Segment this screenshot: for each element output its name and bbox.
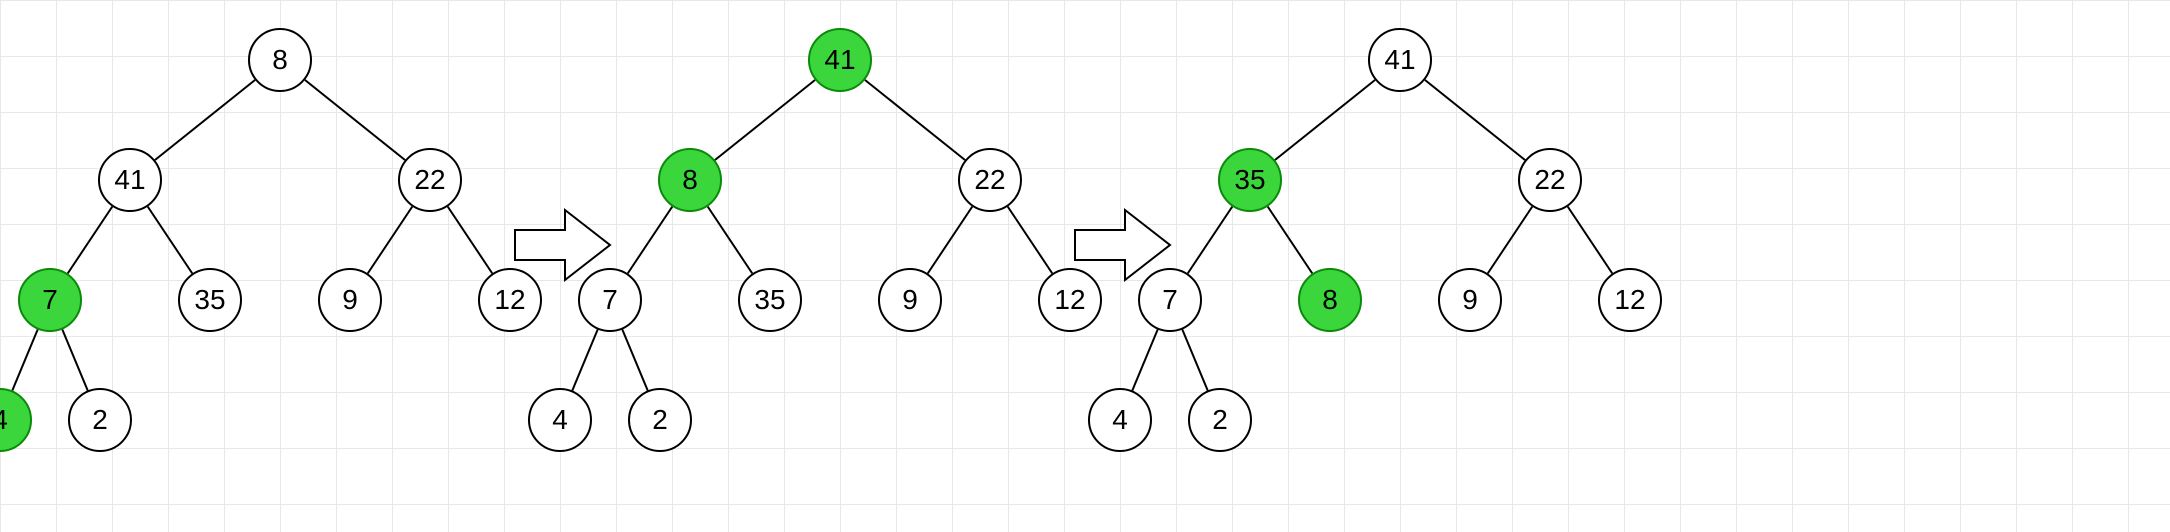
- node-value: 12: [1614, 284, 1645, 316]
- tree-edges: [1120, 0, 1740, 532]
- tree-node: 35: [1218, 148, 1282, 212]
- node-value: 8: [272, 44, 288, 76]
- node-value: 2: [652, 404, 668, 436]
- node-value: 41: [1384, 44, 1415, 76]
- node-value: 4: [0, 404, 8, 436]
- tree-node: 35: [178, 268, 242, 332]
- node-value: 9: [1462, 284, 1478, 316]
- node-value: 7: [42, 284, 58, 316]
- tree-node: 22: [1518, 148, 1582, 212]
- node-value: 41: [114, 164, 145, 196]
- node-value: 9: [342, 284, 358, 316]
- node-value: 35: [754, 284, 785, 316]
- tree-node: 8: [658, 148, 722, 212]
- node-value: 41: [824, 44, 855, 76]
- tree-node: 4: [1088, 388, 1152, 452]
- tree-node: 41: [1368, 28, 1432, 92]
- tree-node: 9: [318, 268, 382, 332]
- node-value: 22: [974, 164, 1005, 196]
- node-value: 4: [1112, 404, 1128, 436]
- tree-node: 9: [878, 268, 942, 332]
- tree-node: 8: [1298, 268, 1362, 332]
- node-value: 2: [1212, 404, 1228, 436]
- node-value: 9: [902, 284, 918, 316]
- tree-node: 4: [528, 388, 592, 452]
- tree-node: 41: [808, 28, 872, 92]
- tree-node: 2: [1188, 388, 1252, 452]
- node-value: 8: [1322, 284, 1338, 316]
- node-value: 4: [552, 404, 568, 436]
- tree-stage-3: 4135227891242: [1120, 0, 1740, 532]
- arrow-right-icon: [510, 200, 620, 290]
- node-value: 2: [92, 404, 108, 436]
- tree-node: 12: [1598, 268, 1662, 332]
- tree-node: 8: [248, 28, 312, 92]
- tree-node: 9: [1438, 268, 1502, 332]
- node-value: 22: [1534, 164, 1565, 196]
- tree-node: 35: [738, 268, 802, 332]
- node-value: 35: [194, 284, 225, 316]
- arrow-right-icon: [1070, 200, 1180, 290]
- tree-node: 7: [18, 268, 82, 332]
- tree-node: 2: [68, 388, 132, 452]
- tree-node: 22: [398, 148, 462, 212]
- node-value: 35: [1234, 164, 1265, 196]
- tree-node: 2: [628, 388, 692, 452]
- tree-node: 22: [958, 148, 1022, 212]
- tree-node: 41: [98, 148, 162, 212]
- node-value: 8: [682, 164, 698, 196]
- node-value: 22: [414, 164, 445, 196]
